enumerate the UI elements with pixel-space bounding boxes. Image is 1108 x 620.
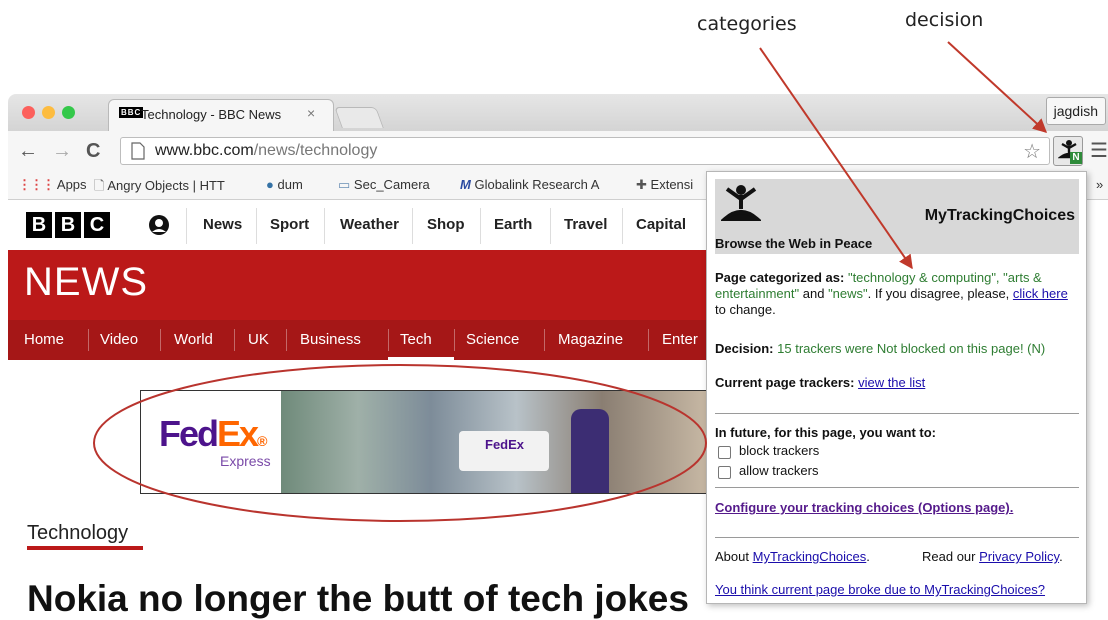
popup-title: MyTrackingChoices (924, 207, 1075, 224)
menu-icon[interactable]: ☰ (1090, 138, 1108, 163)
privacy-text: Read our Privacy Policy. (922, 549, 1063, 564)
divider (715, 487, 1079, 488)
popup-tagline: Browse the Web in Peace (715, 236, 873, 251)
future-label: In future, for this page, you want to: (715, 425, 936, 440)
section-label-underline (27, 546, 143, 550)
fedex-logo: FedEx® (159, 413, 267, 454)
fedex-express-label: Express (220, 453, 271, 469)
bbc-nav-news[interactable]: News (203, 216, 242, 233)
tab-title: Technology - BBC News (141, 107, 282, 122)
privacy-policy-link[interactable]: Privacy Policy (979, 549, 1059, 564)
bookmark-sec-camera[interactable]: ▭ Sec_Camera (338, 177, 430, 193)
folder-icon: ▭ (338, 177, 351, 192)
report-breakage-link[interactable]: You think current page broke due to MyTr… (715, 582, 1045, 597)
back-arrow-icon[interactable]: ← (18, 140, 38, 163)
new-tab-button[interactable] (334, 107, 384, 128)
meditation-icon (721, 185, 761, 221)
tab-active[interactable]: BBC Technology - BBC News × (108, 99, 334, 131)
annotation-decision: decision (905, 9, 984, 31)
block-trackers-label[interactable]: block trackers (739, 443, 819, 458)
bbc-nav-earth[interactable]: Earth (494, 216, 532, 233)
ad-photo: FedEx (281, 391, 707, 493)
address-bar[interactable]: www.bbc.com/news/technology ☆ (120, 137, 1050, 165)
active-tab-indicator (388, 357, 454, 360)
extension-mytrackingchoices-button[interactable]: N (1053, 136, 1083, 166)
divider (715, 413, 1079, 414)
article-headline[interactable]: Nokia no longer the butt of tech jokes (27, 578, 689, 620)
star-icon[interactable]: ☆ (1023, 139, 1041, 164)
bbc-nav-travel[interactable]: Travel (564, 216, 607, 233)
truck-logo: FedEx (485, 437, 525, 452)
news-nav-tech[interactable]: Tech (400, 331, 432, 348)
reload-icon[interactable]: C (86, 140, 100, 163)
page-icon: 🗋 (94, 178, 105, 193)
bbc-logo-c[interactable]: C (84, 212, 110, 238)
tab-bar: BBC Technology - BBC News × jagdish (8, 94, 1108, 131)
bbc-nav-capital[interactable]: Capital (636, 216, 686, 233)
bbc-masthead: B B C News Sport Weather Shop Earth Trav… (8, 200, 708, 250)
news-nav-entertainment[interactable]: Enter (662, 331, 698, 348)
news-nav-magazine[interactable]: Magazine (558, 331, 623, 348)
trackers-text: Current page trackers: view the list (715, 375, 926, 390)
bookmark-extensions[interactable]: ✚ Extensi (636, 177, 693, 193)
news-nav-video[interactable]: Video (100, 331, 138, 348)
divider (715, 537, 1079, 538)
close-window-button[interactable] (22, 106, 35, 119)
extension-badge: N (1070, 152, 1082, 164)
delivery-truck-image: FedEx (459, 431, 549, 471)
apps-grid-icon: ⋮⋮⋮ (18, 177, 55, 192)
news-nav: Home Video World UK Business Tech Scienc… (8, 320, 708, 360)
url-text: www.bbc.com/news/technology (155, 142, 377, 160)
zoom-window-button[interactable] (62, 106, 75, 119)
account-icon[interactable] (148, 214, 170, 236)
news-nav-business[interactable]: Business (300, 331, 361, 348)
minimize-window-button[interactable] (42, 106, 55, 119)
news-nav-home[interactable]: Home (24, 331, 64, 348)
python-icon: ● (266, 177, 274, 192)
news-nav-uk[interactable]: UK (248, 331, 269, 348)
tab-close-icon[interactable]: × (307, 105, 315, 121)
forward-arrow-icon[interactable]: → (52, 140, 72, 163)
bbc-nav-sport[interactable]: Sport (270, 216, 309, 233)
bbc-nav-weather[interactable]: Weather (340, 216, 399, 233)
courier-image (571, 409, 609, 493)
page-section-label[interactable]: Technology (27, 522, 128, 545)
bookmark-angry-objects[interactable]: 🗋 Angry Objects | HTT (94, 177, 225, 199)
decision-text: Decision: 15 trackers were Not blocked o… (715, 341, 1046, 356)
news-nav-world[interactable]: World (174, 331, 213, 348)
categories-text: Page categorized as: "technology & compu… (715, 270, 1068, 317)
change-category-link[interactable]: click here (1013, 286, 1068, 301)
news-banner: NEWS (8, 250, 708, 320)
page-icon (131, 142, 145, 160)
popup-header: MyTrackingChoices Browse the Web in Peac… (715, 179, 1079, 254)
section-title[interactable]: NEWS (24, 260, 148, 305)
bookmark-apps[interactable]: ⋮⋮⋮ Apps (18, 177, 87, 193)
allow-trackers-label[interactable]: allow trackers (739, 463, 818, 478)
about-text: About MyTrackingChoices. (715, 549, 870, 564)
bbc-logo-b1[interactable]: B (26, 212, 52, 238)
bbc-logo-b2[interactable]: B (55, 212, 81, 238)
url-host: www.bbc.com (155, 142, 254, 159)
browser-toolbar: ← → C www.bbc.com/news/technology ☆ N ☰ (8, 131, 1108, 172)
puzzle-icon: ✚ (636, 177, 647, 192)
block-trackers-checkbox[interactable] (718, 446, 731, 459)
decision-value: 15 trackers were Not blocked on this pag… (777, 341, 1046, 356)
bookmark-dum[interactable]: ● dum (266, 177, 303, 192)
view-trackers-link[interactable]: view the list (858, 375, 925, 390)
url-path: /news/technology (253, 142, 378, 159)
configure-options-link[interactable]: Configure your tracking choices (Options… (715, 500, 1013, 515)
annotation-categories: categories (697, 13, 797, 35)
bbc-favicon-icon: BBC (119, 107, 144, 118)
news-nav-science[interactable]: Science (466, 331, 519, 348)
fedex-advertisement[interactable]: FedEx® Express FedEx (140, 390, 708, 494)
bookmarks-overflow-icon[interactable]: » (1096, 177, 1103, 192)
extension-popup: MyTrackingChoices Browse the Web in Peac… (706, 171, 1087, 604)
bookmark-globalink[interactable]: M Globalink Research A (460, 177, 599, 192)
allow-trackers-checkbox[interactable] (718, 466, 731, 479)
globalink-icon: M (460, 177, 471, 192)
about-link[interactable]: MyTrackingChoices (753, 549, 867, 564)
profile-button[interactable]: jagdish (1045, 97, 1106, 125)
bbc-nav-shop[interactable]: Shop (427, 216, 465, 233)
